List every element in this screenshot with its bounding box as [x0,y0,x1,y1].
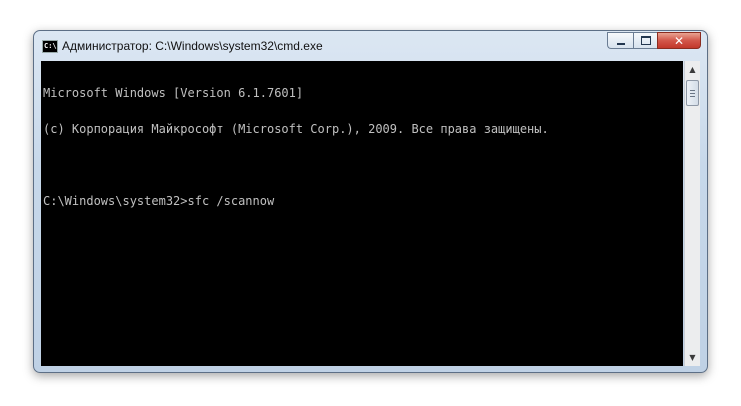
maximize-button[interactable] [633,32,657,49]
cmd-icon-label: C:\ [44,42,57,50]
thumb-grip [690,90,695,91]
console-area[interactable]: Microsoft Windows [Version 6.1.7601] (c)… [41,61,683,366]
cmd-icon[interactable]: C:\ [42,40,58,53]
console-prompt-line: C:\Windows\system32>sfc /scannow [43,194,275,208]
vertical-scrollbar[interactable]: ▲ ▼ [684,61,700,366]
close-button[interactable]: ✕ [657,32,701,49]
window-title: Администратор: C:\Windows\system32\cmd.e… [62,39,323,53]
title-bar[interactable]: C:\ Администратор: C:\Windows\system32\c… [34,31,707,59]
maximize-icon [640,36,651,45]
console-output: Microsoft Windows [Version 6.1.7601] (c)… [43,63,549,231]
console-line: (c) Корпорация Майкрософт (Microsoft Cor… [43,122,549,136]
console-line: Microsoft Windows [Version 6.1.7601] [43,86,304,100]
scroll-up-arrow-icon[interactable]: ▲ [685,61,700,78]
close-icon: ✕ [673,33,685,48]
scroll-down-arrow-icon[interactable]: ▼ [685,349,700,366]
scroll-thumb[interactable] [686,80,699,106]
thumb-grip [690,93,695,94]
cmd-window: C:\ Администратор: C:\Windows\system32\c… [33,30,708,373]
minimize-icon [616,42,625,45]
window-controls: ✕ [607,32,701,50]
minimize-button[interactable] [607,32,633,49]
thumb-grip [690,96,695,97]
